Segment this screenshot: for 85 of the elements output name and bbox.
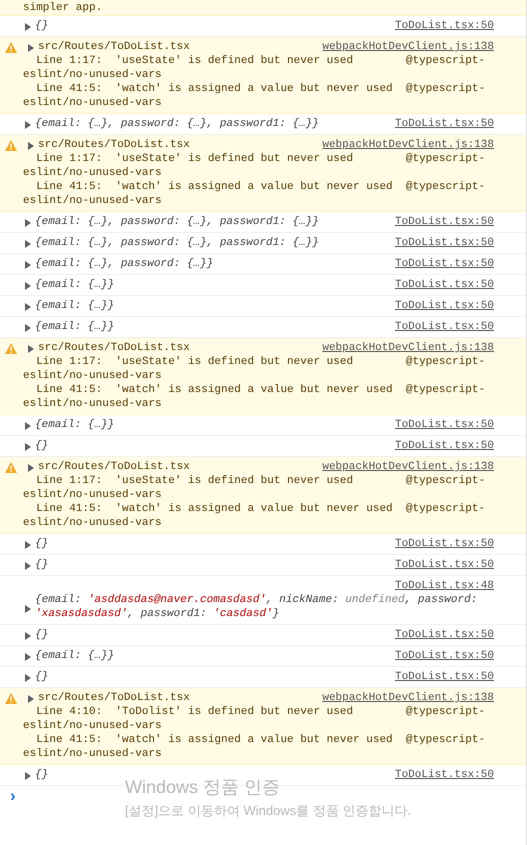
expand-triangle-icon[interactable] — [25, 674, 31, 682]
source-link[interactable]: ToDoList.tsx:50 — [394, 236, 494, 250]
logged-object: {} — [35, 558, 48, 572]
expand-triangle-icon[interactable] — [25, 541, 31, 549]
logged-object: {} — [35, 628, 48, 642]
source-link[interactable]: ToDoList.tsx:50 — [394, 117, 494, 131]
lint-message: Line 41:5: 'watch' is assigned a value but never used @typescript-eslint/no-unused-vars — [22, 502, 486, 530]
logged-object: {email: {…}, password: {…}, password1: {…}} — [35, 215, 319, 229]
expand-triangle-icon[interactable] — [28, 345, 34, 353]
logged-object: {email: {…}} — [35, 320, 114, 334]
lint-message: Line 1:17: 'useState' is defined but never used @typescript-eslint/no-unused-vars — [22, 54, 486, 82]
source-link[interactable]: webpackHotDevClient.js:138 — [322, 691, 494, 705]
logged-object: {} — [35, 19, 48, 33]
lint-message: Line 41:5: 'watch' is assigned a value but never used @typescript-eslint/no-unused-vars — [22, 383, 486, 411]
source-link[interactable]: ToDoList.tsx:50 — [394, 320, 494, 334]
expand-triangle-icon[interactable] — [25, 219, 31, 227]
expand-triangle-icon[interactable] — [25, 261, 31, 269]
lint-message: Line 41:5: 'watch' is assigned a value but never used @typescript-eslint/no-unused-vars — [22, 82, 486, 110]
source-link[interactable]: ToDoList.tsx:50 — [394, 257, 494, 271]
logged-object: {email: 'asddasdas@naver.comasdasd', nickName: undefined, password: 'xasasdasdasd', password1: 'casdasd'} — [35, 593, 478, 621]
console-prompt[interactable]: › — [8, 790, 18, 804]
activation-watermark-title: Windows 정품 인증 — [125, 776, 282, 798]
expand-triangle-icon[interactable] — [25, 653, 31, 661]
source-link[interactable]: ToDoList.tsx:50 — [394, 537, 494, 551]
source-link[interactable]: webpackHotDevClient.js:138 — [322, 341, 494, 355]
expand-triangle-icon[interactable] — [25, 632, 31, 640]
expand-triangle-icon[interactable] — [25, 422, 31, 430]
expand-triangle-icon[interactable] — [25, 324, 31, 332]
warning-file: src/Routes/ToDoList.tsx — [38, 341, 190, 355]
warning-file: src/Routes/ToDoList.tsx — [38, 691, 190, 705]
expand-triangle-icon[interactable] — [28, 44, 34, 52]
expand-triangle-icon[interactable] — [25, 121, 31, 129]
expand-triangle-icon[interactable] — [28, 695, 34, 703]
warning-icon — [5, 42, 17, 53]
warning-icon — [5, 140, 17, 151]
warning-icon — [5, 462, 17, 473]
logged-object: {} — [35, 670, 48, 684]
expand-triangle-icon[interactable] — [25, 240, 31, 248]
warning-file: src/Routes/ToDoList.tsx — [38, 138, 190, 152]
expand-triangle-icon[interactable] — [25, 605, 31, 613]
logged-object: {email: {…}, password: {…}, password1: {…}} — [35, 117, 319, 131]
warning-icon — [5, 693, 17, 704]
warning-text: simpler app. — [23, 1, 102, 15]
logged-object: {} — [35, 537, 48, 551]
source-link[interactable]: ToDoList.tsx:50 — [394, 649, 494, 663]
logged-object: {} — [35, 768, 48, 782]
expand-triangle-icon[interactable] — [25, 562, 31, 570]
source-link[interactable]: webpackHotDevClient.js:138 — [322, 138, 494, 152]
lint-message: Line 41:5: 'watch' is assigned a value but never used @typescript-eslint/no-unused-vars — [22, 180, 486, 208]
source-link[interactable]: ToDoList.tsx:50 — [394, 418, 494, 432]
source-link[interactable]: ToDoList.tsx:50 — [394, 215, 494, 229]
warning-icon — [5, 343, 17, 354]
logged-object: {} — [35, 439, 48, 453]
source-link[interactable]: ToDoList.tsx:50 — [394, 278, 494, 292]
lint-message: Line 4:10: 'ToDolist' is defined but never used @typescript-eslint/no-unused-vars — [22, 705, 486, 733]
logged-object: {email: {…}} — [35, 299, 114, 313]
logged-object: {email: {…}, password: {…}} — [35, 257, 214, 271]
lint-message: Line 1:17: 'useState' is defined but never used @typescript-eslint/no-unused-vars — [22, 474, 486, 502]
logged-object: {email: {…}, password: {…}, password1: {…}} — [35, 236, 319, 250]
source-link[interactable]: ToDoList.tsx:50 — [394, 628, 494, 642]
source-link[interactable]: ToDoList.tsx:50 — [394, 439, 494, 453]
expand-triangle-icon[interactable] — [25, 23, 31, 31]
source-link[interactable]: webpackHotDevClient.js:138 — [322, 40, 494, 54]
logged-object: {email: {…}} — [35, 278, 114, 292]
source-link[interactable]: ToDoList.tsx:50 — [394, 299, 494, 313]
source-link[interactable]: ToDoList.tsx:50 — [394, 670, 494, 684]
expand-triangle-icon[interactable] — [25, 282, 31, 290]
source-link[interactable]: ToDoList.tsx:48 — [394, 579, 494, 593]
logged-object: {email: {…}} — [35, 649, 114, 663]
expand-triangle-icon[interactable] — [25, 443, 31, 451]
source-link[interactable]: ToDoList.tsx:50 — [394, 19, 494, 33]
source-link[interactable]: webpackHotDevClient.js:138 — [322, 460, 494, 474]
lint-message: Line 1:17: 'useState' is defined but never used @typescript-eslint/no-unused-vars — [22, 152, 486, 180]
warning-file: src/Routes/ToDoList.tsx — [38, 460, 190, 474]
expand-triangle-icon[interactable] — [28, 142, 34, 150]
source-link[interactable]: ToDoList.tsx:50 — [394, 558, 494, 572]
activation-watermark-text: [설정]으로 이동하여 Windows를 정품 인증합니다. — [125, 802, 412, 820]
expand-triangle-icon[interactable] — [28, 464, 34, 472]
logged-object: {email: {…}} — [35, 418, 114, 432]
warning-file: src/Routes/ToDoList.tsx — [38, 40, 190, 54]
lint-message: Line 1:17: 'useState' is defined but never used @typescript-eslint/no-unused-vars — [22, 355, 486, 383]
lint-message: Line 41:5: 'watch' is assigned a value but never used @typescript-eslint/no-unused-vars — [22, 733, 486, 761]
expand-triangle-icon[interactable] — [25, 772, 31, 780]
expand-triangle-icon[interactable] — [25, 303, 31, 311]
source-link[interactable]: ToDoList.tsx:50 — [394, 768, 494, 782]
